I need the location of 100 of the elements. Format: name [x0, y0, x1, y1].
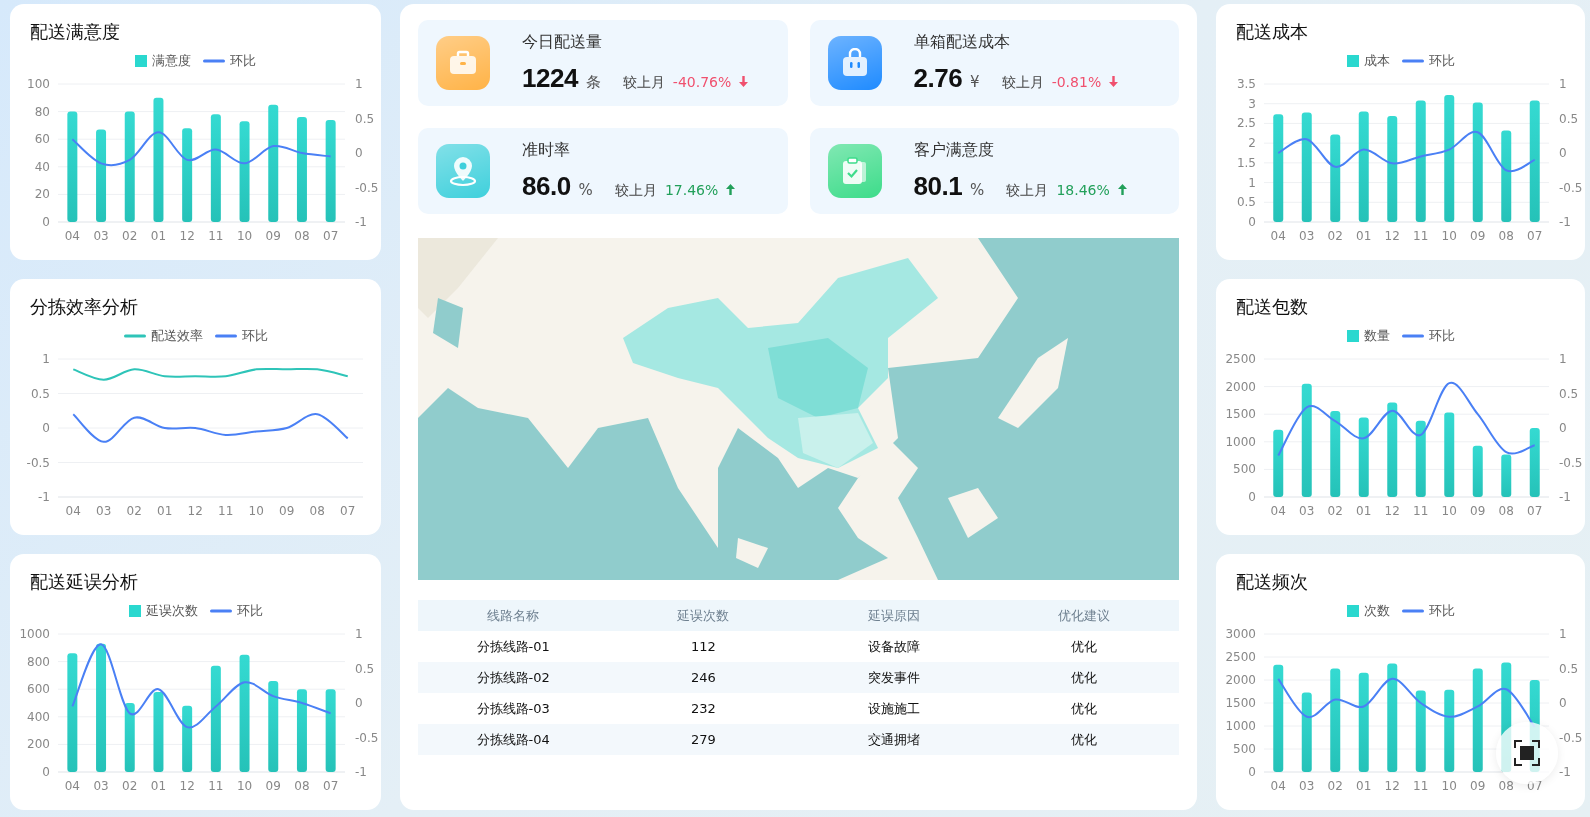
tick-label: -1	[355, 215, 367, 229]
tick-label: 03	[96, 504, 112, 518]
tick-label: -0.5	[1559, 730, 1583, 745]
tick-label: 08	[309, 504, 325, 518]
tick-label: 500	[1233, 462, 1256, 477]
tick-label: 12	[179, 229, 195, 243]
tick-label: 1500	[1225, 696, 1256, 710]
card-title: 分拣效率分析	[29, 295, 139, 319]
tick-label: 07	[323, 229, 339, 243]
tick-label: 03	[1299, 229, 1315, 243]
tick-label: 02	[122, 229, 138, 243]
tick-label: 11	[208, 229, 224, 243]
compare-label: 较上月	[614, 182, 657, 200]
tick-label: 08	[1498, 504, 1514, 518]
tick-label: -0.5	[355, 730, 379, 745]
tick-label: 2000	[1225, 673, 1256, 687]
kpi-unit: 条	[585, 73, 601, 92]
kpi-value: 80.1	[913, 171, 963, 202]
legend-label: 数量	[1363, 327, 1390, 345]
tick-label: 80	[34, 104, 50, 119]
tick-label: 01	[157, 504, 173, 518]
tick-label: -0.5	[1559, 455, 1583, 470]
tick-label: 04	[1270, 779, 1286, 793]
kpi-unit: ¥	[970, 73, 980, 91]
tick-label: 1	[1248, 175, 1256, 190]
tick-label: 3000	[1225, 627, 1256, 641]
table-cell-text: 优化	[1069, 637, 1098, 656]
tick-label: 1	[1559, 352, 1567, 366]
table-cell-text: 交通拥堵	[866, 730, 921, 749]
tick-label: 1	[1559, 627, 1567, 641]
tick-label: 10	[1441, 504, 1457, 518]
tick-label: 12	[187, 504, 203, 518]
tick-label: 09	[1470, 779, 1486, 793]
tick-label: 0.5	[355, 111, 375, 126]
tick-label: 2500	[1225, 352, 1256, 366]
card-title: 配送延误分析	[29, 570, 139, 594]
tick-label: 02	[1327, 229, 1343, 243]
legend-label: 环比	[236, 602, 263, 620]
tick-label: 400	[27, 709, 50, 724]
tick-label: 12	[179, 779, 195, 793]
tick-label: 01	[1356, 504, 1372, 518]
card-title: 配送频次	[1235, 570, 1309, 594]
tick-label: 2	[1248, 136, 1256, 151]
tick-label: -1	[1559, 215, 1571, 229]
tick-label: 1500	[1225, 407, 1256, 422]
tick-label: 03	[93, 229, 109, 243]
column-header: 延误次数	[676, 606, 731, 625]
tick-label: -1	[355, 765, 367, 779]
tick-label: 800	[27, 654, 50, 669]
column-header: 线路名称	[486, 606, 541, 625]
tick-label: 08	[294, 779, 310, 793]
table-cell-text: 优化	[1069, 699, 1098, 718]
table-cell-text: 232	[689, 701, 717, 716]
change-value: -40.76%	[672, 74, 732, 90]
tick-label: 40	[34, 159, 50, 174]
tick-label: 0.5	[1559, 386, 1579, 401]
tick-label: 0	[42, 765, 50, 779]
tick-label: 10	[1441, 779, 1457, 793]
tick-label: 07	[1527, 229, 1543, 243]
table-cell-text: 分拣线路-01	[475, 637, 551, 656]
tick-label: 500	[1233, 742, 1256, 756]
tick-label: 04	[1270, 504, 1286, 518]
change-value: 17.46%	[664, 182, 719, 198]
tick-label: 0	[42, 421, 50, 435]
column-header: 延误原因	[866, 606, 921, 625]
tick-label: -0.5	[26, 455, 50, 470]
tick-label: 3	[1248, 96, 1256, 111]
tick-label: -0.5	[1559, 180, 1583, 195]
tick-label: 2.5	[1236, 116, 1256, 131]
tick-label: 11	[218, 504, 234, 518]
tick-label: -1	[38, 490, 50, 504]
tick-label: 12	[1384, 504, 1400, 518]
tick-label: 09	[279, 504, 295, 518]
legend-label: 满意度	[152, 52, 191, 70]
tick-label: 08	[1498, 779, 1514, 793]
tick-label: 07	[1527, 504, 1543, 518]
tick-label: 01	[150, 779, 167, 793]
tick-label: 02	[122, 779, 138, 793]
tick-label: 2000	[1225, 379, 1256, 394]
change-value: -0.81%	[1051, 74, 1102, 90]
tick-label: 03	[1299, 779, 1315, 793]
legend-label: 配送效率	[150, 327, 203, 345]
tick-label: 0	[355, 696, 363, 710]
tick-label: 100	[27, 77, 50, 91]
table-cell-text: 246	[689, 670, 717, 685]
tick-label: 04	[65, 504, 81, 518]
table-cell-text: 优化	[1069, 730, 1098, 749]
tick-label: 0	[355, 146, 363, 160]
tick-label: 11	[1413, 229, 1429, 243]
tick-label: 1000	[19, 627, 50, 641]
tick-label: 10	[236, 229, 253, 243]
compare-label: 较上月	[1001, 74, 1044, 92]
tick-label: 1	[355, 627, 363, 641]
tick-label: 11	[208, 779, 224, 793]
tick-label: 01	[150, 229, 167, 243]
table-cell-text: 突发事件	[866, 668, 921, 687]
table-cell-text: 分拣线路-02	[475, 668, 551, 687]
change-value: 18.46%	[1056, 182, 1110, 198]
kpi-label: 客户满意度	[913, 140, 995, 161]
legend-label: 环比	[1428, 327, 1455, 345]
